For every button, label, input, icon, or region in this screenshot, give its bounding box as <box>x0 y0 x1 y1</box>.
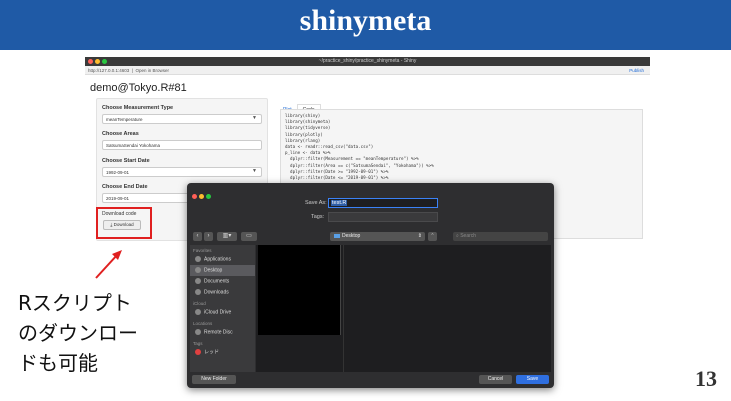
save-as-label: Save As: <box>305 200 327 206</box>
window-title: ~/practice_shiny/practice_shinymeta - Sh… <box>318 58 417 64</box>
chevron-updown-icon: ⇕ <box>417 233 422 239</box>
end-date-label: Choose End Date <box>102 184 148 190</box>
new-folder-button[interactable]: New Folder <box>192 375 236 384</box>
sidebar-item-label: iCloud Drive <box>204 309 232 316</box>
sidebar-item-label: Applications <box>204 256 231 263</box>
save-dialog: Save As: test.R Tags: ‹ › ▥▾ ▭ Desktop ⇕… <box>187 183 554 388</box>
title-banner: shinymeta <box>0 0 731 50</box>
folder-icon: ▭ <box>246 233 252 239</box>
applications-icon <box>195 256 201 262</box>
save-button[interactable]: Save <box>516 375 549 384</box>
sidebar-item-icloud-drive[interactable]: iCloud Drive <box>190 307 255 318</box>
sidebar-item-documents[interactable]: Documents <box>190 276 255 287</box>
sidebar-item-desktop[interactable]: Desktop <box>190 265 255 276</box>
slide-number: 13 <box>695 366 717 391</box>
start-date-select[interactable]: 1992-09-01 ▼ <box>102 167 262 177</box>
disc-icon <box>195 329 201 335</box>
save-as-input[interactable]: test.R <box>328 198 438 208</box>
sidebar-item-label: Remote Disc <box>204 329 233 336</box>
sidebar-item-tag-red[interactable]: レッド <box>190 347 255 358</box>
download-highlight: Download code ⤓ Download <box>96 207 152 239</box>
annotation-line: Rスクリプト <box>18 291 132 315</box>
slide-title: shinymeta <box>299 4 432 37</box>
location-select[interactable]: Desktop ⇕ <box>330 232 425 241</box>
dialog-sidebar: Favorites Applications Desktop Documents… <box>190 245 255 372</box>
chevron-up-icon: ⌃ <box>430 233 435 239</box>
chevron-down-icon: ▼ <box>252 115 257 121</box>
measurement-label: Choose Measurement Type <box>102 105 174 111</box>
file-browser[interactable] <box>256 245 551 372</box>
areas-label: Choose Areas <box>102 131 139 137</box>
annotation-line: ドも可能 <box>18 351 98 375</box>
search-icon: ⌕ <box>456 233 459 239</box>
sidebar-item-downloads[interactable]: Downloads <box>190 287 255 298</box>
download-code-label: Download code <box>102 211 137 217</box>
sidebar-heading-favorites: Favorites <box>193 248 212 253</box>
window-titlebar: ~/practice_shiny/practice_shinymeta - Sh… <box>85 57 650 66</box>
zoom-window-icon[interactable] <box>102 59 107 64</box>
tag-red-icon <box>195 349 201 355</box>
measurement-value: meanTemperature <box>106 117 143 122</box>
tags-label: Tags: <box>311 214 325 220</box>
end-date-value: 2019-09-01 <box>106 196 130 201</box>
file-column[interactable] <box>258 245 341 335</box>
column-divider[interactable] <box>343 245 344 372</box>
viewer-toolbar: http://127.0.0.1:4603 | Open in Browser … <box>85 66 650 75</box>
search-placeholder: Search <box>460 233 477 239</box>
publish-button[interactable]: Publish <box>629 66 644 75</box>
close-window-icon[interactable] <box>88 59 93 64</box>
cancel-button[interactable]: Cancel <box>479 375 512 384</box>
zoom-dialog-icon <box>206 194 211 199</box>
dialog-window-controls <box>192 186 213 204</box>
view-mode-button[interactable]: ▥▾ <box>217 232 237 241</box>
chevron-down-icon: ▼ <box>252 168 257 174</box>
annotation-text: Rスクリプト のダウンロー ドも可能 <box>18 288 138 378</box>
app-title: demo@Tokyo.R#81 <box>90 82 187 94</box>
sidebar-item-label: Downloads <box>204 289 229 296</box>
areas-input[interactable]: SatsumaSendai Yokohama <box>102 140 262 150</box>
annotation-line: のダウンロー <box>18 321 138 345</box>
columns-view-icon: ▥▾ <box>222 233 232 239</box>
cloud-icon <box>195 309 201 315</box>
downloads-icon <box>195 289 201 295</box>
red-arrow-icon <box>95 250 122 279</box>
expand-button[interactable]: ⌃ <box>428 232 437 241</box>
close-dialog-icon[interactable] <box>192 194 197 199</box>
back-button[interactable]: ‹ <box>193 232 202 241</box>
download-button-label: Download <box>113 222 134 227</box>
sidebar-item-label: レッド <box>204 349 220 356</box>
sidebar-item-label: Desktop <box>204 267 223 274</box>
forward-button[interactable]: › <box>204 232 213 241</box>
download-icon: ⤓ <box>110 222 113 227</box>
url-field[interactable]: http://127.0.0.1:4603 <box>88 68 129 73</box>
sidebar-heading-icloud: iCloud <box>193 301 206 306</box>
desktop-icon <box>195 267 201 273</box>
sidebar-item-remote-disc[interactable]: Remote Disc <box>190 327 255 338</box>
search-input[interactable]: ⌕ Search <box>453 232 548 241</box>
sidebar-item-label: Documents <box>204 278 230 285</box>
measurement-select[interactable]: meanTemperature ▼ <box>102 114 262 124</box>
minimize-window-icon[interactable] <box>95 59 100 64</box>
documents-icon <box>195 278 201 284</box>
folder-icon <box>334 233 340 238</box>
chevron-right-icon: › <box>207 233 210 239</box>
start-date-label: Choose Start Date <box>102 158 150 164</box>
location-value: Desktop <box>342 233 361 239</box>
tags-input[interactable] <box>328 212 438 222</box>
download-button[interactable]: ⤓ Download <box>103 220 141 230</box>
sidebar-heading-locations: Locations <box>193 321 213 326</box>
minimize-dialog-icon <box>199 194 204 199</box>
new-folder-toolbar-button[interactable]: ▭ <box>241 232 257 241</box>
save-as-value: test.R <box>331 200 348 206</box>
chevron-left-icon: ‹ <box>196 233 199 239</box>
sidebar-heading-tags: Tags <box>193 341 203 346</box>
start-date-value: 1992-09-01 <box>106 170 130 175</box>
areas-value: SatsumaSendai Yokohama <box>106 143 161 148</box>
sidebar-item-applications[interactable]: Applications <box>190 254 255 265</box>
open-in-browser-button[interactable]: Open in Browser <box>135 68 169 73</box>
